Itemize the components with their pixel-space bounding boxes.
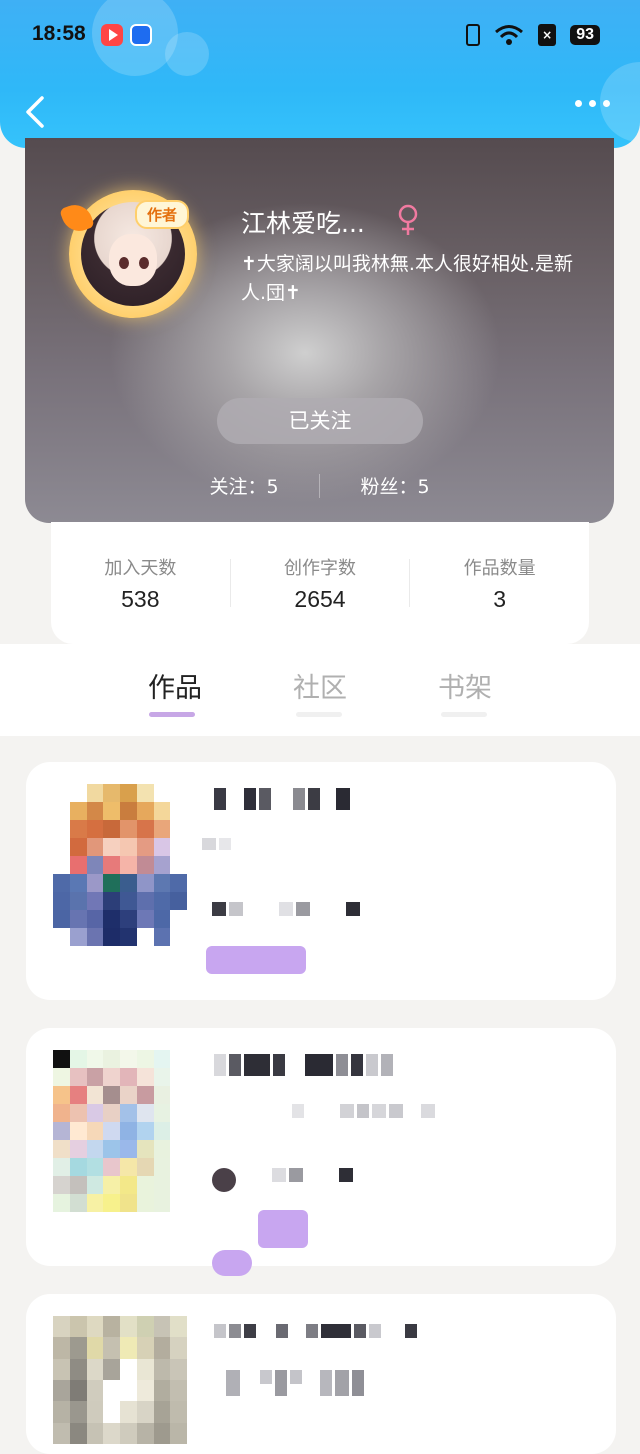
pixelated-title	[214, 1324, 417, 1338]
stat-works-count: 作品数量 3	[410, 554, 589, 613]
pixelated-cover	[53, 1316, 187, 1444]
pixelated-text	[226, 1370, 364, 1396]
wifi-icon	[495, 25, 524, 45]
pixelated-title	[214, 1054, 393, 1076]
top-header: 18:58 × 93	[0, 0, 640, 148]
pixelated-text	[212, 902, 360, 916]
female-icon	[398, 204, 418, 235]
battery-icon: 93	[570, 25, 600, 45]
author-badge: 作者	[135, 200, 190, 229]
browser-app-icon	[130, 24, 152, 46]
pixelated-cover	[53, 1050, 187, 1230]
tab-bar: 作品 社区 书架	[0, 644, 640, 736]
tab-indicator	[441, 712, 487, 717]
tab-community[interactable]: 社区	[270, 666, 370, 705]
list-item[interactable]	[26, 1028, 616, 1276]
dot	[589, 100, 596, 107]
chevron-left-icon[interactable]	[22, 94, 48, 130]
stat-label: 作品数量	[463, 557, 536, 579]
avatar[interactable]: 作者	[59, 190, 197, 318]
tab-indicator	[296, 712, 342, 717]
stat-value: 2654	[294, 585, 346, 612]
vibrate-icon	[466, 24, 481, 46]
stat-label: 加入天数	[104, 557, 177, 579]
tab-indicator	[149, 712, 195, 717]
pixelated-title	[214, 788, 350, 810]
stat-days-joined: 加入天数 538	[51, 554, 230, 613]
pixelated-cover	[53, 784, 187, 964]
pixelated-tag	[212, 1250, 252, 1276]
pixelated-text	[212, 1168, 353, 1192]
book-cover	[53, 784, 187, 964]
tab-works[interactable]: 作品	[125, 666, 225, 705]
status-time: 18:58	[32, 22, 86, 45]
stat-words-written: 创作字数 2654	[231, 554, 410, 613]
avatar-eye	[139, 257, 149, 269]
list-item[interactable]	[26, 762, 616, 1000]
tab-bookshelf[interactable]: 书架	[415, 666, 515, 705]
book-cover	[53, 1050, 187, 1230]
pixelated-text	[292, 1104, 435, 1118]
stats-card: 加入天数 538 创作字数 2654 作品数量 3	[51, 522, 589, 644]
pixelated-tag	[206, 946, 306, 974]
bio-text: ✝大家阔以叫我林無.本人很好相处.是新人.団✝	[241, 253, 573, 304]
stat-value: 3	[493, 585, 507, 612]
following-button[interactable]: 已关注	[217, 398, 423, 444]
nickname: 江林爱吃...	[241, 209, 365, 238]
dot	[603, 100, 610, 107]
video-app-icon	[101, 24, 123, 46]
avatar-face	[109, 234, 157, 286]
sim-icon: ×	[538, 24, 557, 46]
system-icons: × 93	[466, 24, 600, 46]
follow-stats: 关注：5 粉丝：5	[25, 472, 614, 499]
fans-count[interactable]: 粉丝：5	[320, 472, 470, 499]
pixelated-tag	[258, 1210, 308, 1248]
profile-card: 作者 江林爱吃... ✝大家阔以叫我林無.本人很好相处.是新人.団✝ 已关注 关…	[25, 138, 614, 523]
dot	[575, 100, 582, 107]
pixelated-text	[202, 838, 231, 850]
following-count[interactable]: 关注：5	[169, 472, 319, 499]
stat-value: 538	[121, 585, 160, 612]
avatar-eye	[119, 257, 129, 269]
book-cover	[53, 1316, 187, 1444]
more-dots-icon[interactable]	[575, 100, 610, 107]
stat-label: 创作字数	[284, 557, 356, 579]
decor-bubble	[165, 32, 209, 76]
list-item[interactable]	[26, 1294, 616, 1454]
